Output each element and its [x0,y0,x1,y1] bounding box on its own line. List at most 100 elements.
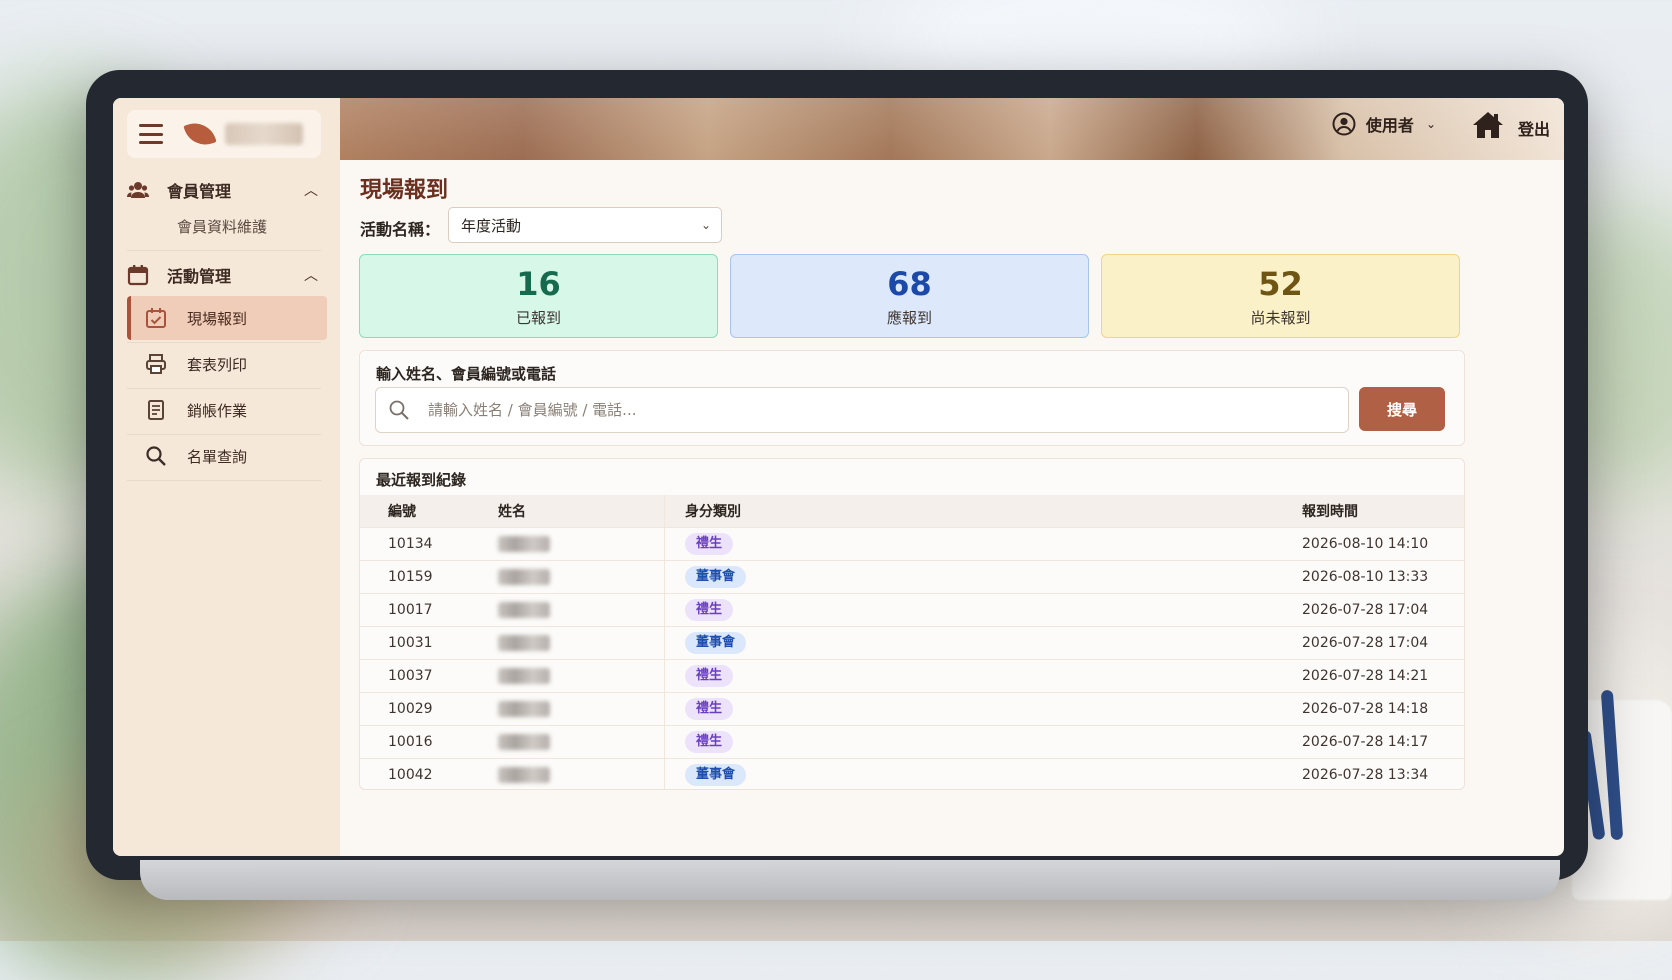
users-icon [127,179,149,201]
event-select[interactable]: 年度活動 ⌄ [448,207,722,243]
stat-label: 尚未報到 [1250,309,1311,327]
type-badge: 董事會 [685,566,747,588]
cell-id: 10037 [360,659,498,693]
sidebar-item-label: 銷帳作業 [187,401,248,420]
table-row[interactable]: 10029 禮生 2026-07-28 14:18 [360,692,1464,726]
search-input[interactable] [426,400,1330,420]
cell-id: 10016 [360,725,498,759]
sidebar-item-label: 現場報到 [187,309,248,328]
main-content: 現場報到 活動名稱： 年度活動 ⌄ 16 已報到 68 應報到 52 尚未報到 … [340,160,1564,856]
stat-value: 68 [887,265,932,303]
cell-time: 2026-08-10 13:33 [1302,560,1464,594]
stat-value: 16 [516,265,561,303]
type-badge: 禮生 [685,731,734,753]
header-banner: 使用者 ⌄ 登出 [340,98,1564,160]
sidebar-item-label: 套表列印 [187,355,248,374]
type-badge: 禮生 [685,665,734,687]
type-badge: 董事會 [685,632,747,654]
table-row[interactable]: 10016 禮生 2026-07-28 14:17 [360,725,1464,759]
sidebar-group-label: 會員管理 [167,182,232,201]
printer-icon [145,353,167,375]
cell-time: 2026-07-28 17:04 [1302,626,1464,660]
table-header-row: 編號 姓名 身分類別 報到時間 [360,495,1464,528]
check-calendar-icon [145,307,167,329]
search-title: 輸入姓名、會員編號或電話 [376,365,557,383]
cell-name-blurred [498,659,665,693]
cell-id: 10042 [360,758,498,789]
search-icon [389,400,409,420]
stat-value: 52 [1258,265,1303,303]
records-table: 編號 姓名 身分類別 報到時間 10134 禮生 2026-08-10 14:1… [360,495,1464,789]
sidebar-item-onsite-checkin[interactable]: 現場報到 [127,296,327,340]
table-row[interactable]: 10017 禮生 2026-07-28 17:04 [360,593,1464,627]
recent-records-card: 最近報到紀錄 編號 姓名 身分類別 報到時間 10134 禮生 2026-08-… [359,458,1465,790]
cell-id: 10017 [360,593,498,627]
search-button[interactable]: 搜尋 [1359,387,1445,431]
sidebar-divider [127,480,321,481]
search-icon [145,445,167,467]
stat-not-checked-in: 52 尚未報到 [1101,254,1460,338]
calendar-icon [127,264,149,286]
table-row[interactable]: 10159 董事會 2026-08-10 13:33 [360,560,1464,594]
search-input-box[interactable] [375,387,1349,433]
sidebar-divider [127,250,321,251]
column-header-id[interactable]: 編號 [360,495,498,528]
type-badge: 禮生 [685,698,734,720]
stat-checked-in: 16 已報到 [359,254,718,338]
sidebar-group-label: 活動管理 [167,267,232,286]
sidebar-item-write-off[interactable]: 銷帳作業 [127,388,325,432]
table-row[interactable]: 10134 禮生 2026-08-10 14:10 [360,527,1464,561]
hamburger-menu-icon[interactable] [139,124,163,144]
sidebar: 會員管理 ︿ 會員資料維護 活動管理 ︿ 現場報到 套表列印 銷帳作業 名單查詢 [113,98,340,856]
page-title: 現場報到 [360,178,449,203]
cell-time: 2026-07-28 17:04 [1302,593,1464,627]
cell-name-blurred [498,758,665,789]
cell-name-blurred [498,527,665,561]
user-name: 使用者 [1365,116,1414,135]
type-badge: 禮生 [685,599,734,621]
chevron-up-icon[interactable]: ︿ [301,180,321,200]
column-header-name[interactable]: 姓名 [498,495,665,528]
sidebar-group-members[interactable]: 會員管理 ︿ [127,178,321,202]
recent-records-title: 最近報到紀錄 [376,471,467,489]
cell-time: 2026-08-10 14:10 [1302,527,1464,561]
home-icon[interactable] [1472,110,1504,140]
cell-name-blurred [498,692,665,726]
table-row[interactable]: 10037 禮生 2026-07-28 14:21 [360,659,1464,693]
logo-blurred [225,123,303,145]
type-badge: 禮生 [685,533,734,555]
cell-name-blurred [498,626,665,660]
cell-id: 10159 [360,560,498,594]
sidebar-item-print-forms[interactable]: 套表列印 [127,342,325,386]
stat-label: 應報到 [886,309,932,327]
sidebar-item-list-query[interactable]: 名單查詢 [127,434,325,478]
sidebar-top [127,110,321,158]
cell-time: 2026-07-28 14:17 [1302,725,1464,759]
column-header-type[interactable]: 身分類別 [664,495,1302,528]
event-select-value: 年度活動 [461,216,522,235]
chevron-down-icon: ⌄ [700,218,711,232]
stat-label: 已報到 [515,309,561,327]
sidebar-group-events[interactable]: 活動管理 ︿ [127,263,321,287]
cell-time: 2026-07-28 14:18 [1302,692,1464,726]
cell-name-blurred [498,725,665,759]
user-circle-icon [1332,112,1356,136]
cell-name-blurred [498,560,665,594]
document-icon [145,399,167,421]
logout-link[interactable]: 登出 [1518,116,1550,140]
stat-expected: 68 應報到 [730,254,1089,338]
table-row[interactable]: 10042 董事會 2026-07-28 13:34 [360,758,1464,789]
sidebar-subitem-member-data[interactable]: 會員資料維護 [177,216,267,237]
cell-id: 10134 [360,527,498,561]
user-menu[interactable]: 使用者 ⌄ [1332,112,1436,136]
cell-id: 10031 [360,626,498,660]
column-header-time[interactable]: 報到時間 [1302,495,1464,528]
app-window: 會員管理 ︿ 會員資料維護 活動管理 ︿ 現場報到 套表列印 銷帳作業 名單查詢… [113,98,1564,856]
chevron-down-icon: ⌄ [1425,117,1436,131]
sidebar-item-label: 名單查詢 [187,447,248,466]
event-name-label: 活動名稱： [360,220,441,239]
table-row[interactable]: 10031 董事會 2026-07-28 17:04 [360,626,1464,660]
cell-time: 2026-07-28 14:21 [1302,659,1464,693]
type-badge: 董事會 [685,764,747,786]
chevron-up-icon[interactable]: ︿ [301,265,321,285]
